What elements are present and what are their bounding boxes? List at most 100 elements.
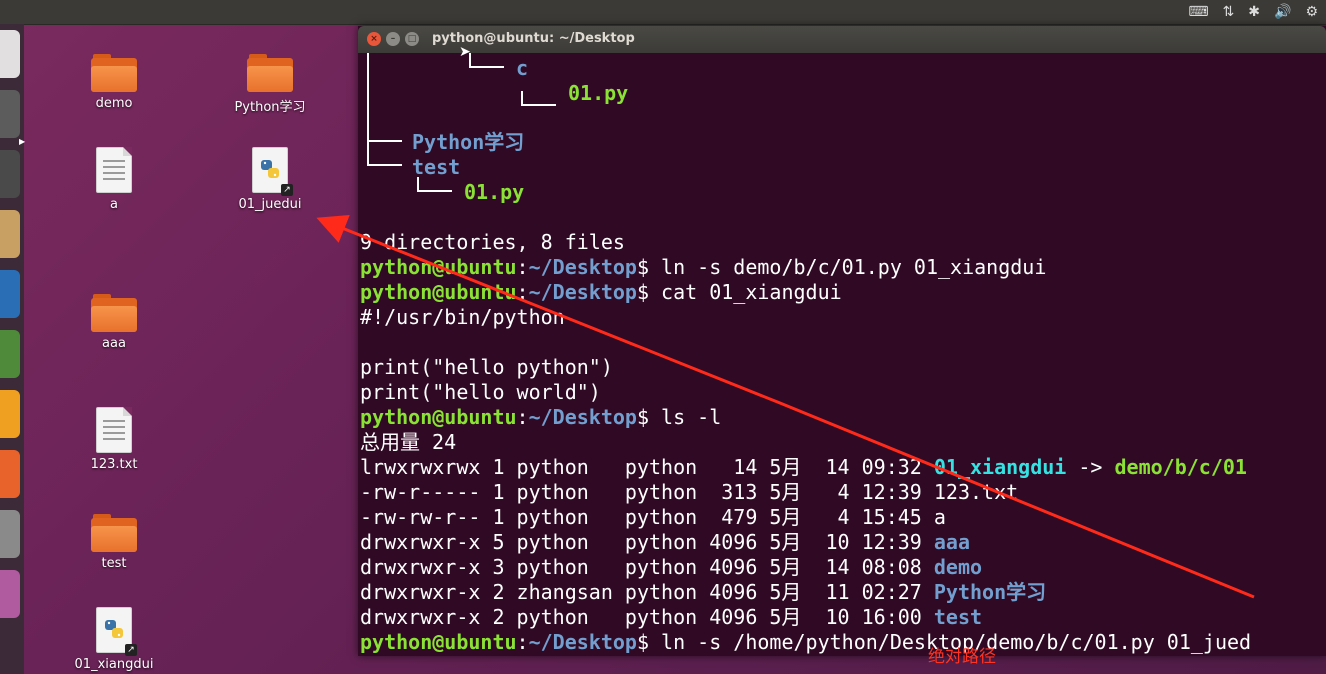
- close-button[interactable]: ×: [367, 32, 381, 46]
- ls-row-meta: drwxrwxr-x 2 python python 4096 5月 10 16…: [360, 605, 934, 629]
- desktop-icon-label: a: [110, 197, 118, 212]
- launcher-files-manager-icon[interactable]: [0, 210, 20, 258]
- command-line: python@ubuntu:~/Desktop$ ln -s demo/b/c/…: [360, 255, 1047, 279]
- desktop-icon-label: test: [101, 556, 127, 571]
- tree-file-01py: 01.py: [464, 180, 525, 204]
- current-prompt[interactable]: python@ubuntu:~/Desktop$: [360, 655, 649, 656]
- desktop-icon-test[interactable]: test: [69, 514, 159, 571]
- active-app-indicator: ▶: [19, 137, 26, 146]
- command-text: ls -l: [649, 405, 722, 429]
- desktop-icon-123-txt[interactable]: 123.txt: [69, 407, 159, 472]
- ls-row: drwxrwxr-x 2 python python 4096 5月 10 16…: [360, 605, 982, 630]
- launcher-workspace-icon[interactable]: [0, 570, 20, 618]
- symlink-arrow-icon: ↗: [281, 184, 293, 196]
- launcher-files-icon[interactable]: [0, 150, 20, 198]
- annotation-label: 绝对路径: [928, 647, 996, 667]
- text-file-icon: [96, 407, 132, 453]
- ls-row-name: a: [933, 505, 946, 529]
- ls-row-meta: -rw-rw-r-- 1 python python 479 5月 4 15:4…: [360, 505, 934, 529]
- desktop-icon-label: 123.txt: [90, 457, 138, 472]
- settings-gear-icon[interactable]: ⚙: [1305, 4, 1318, 20]
- ls-row-name: 123.txt: [933, 480, 1019, 504]
- launcher-browser-icon[interactable]: [0, 390, 20, 438]
- launcher-dash-icon[interactable]: [0, 30, 20, 78]
- keyboard-icon[interactable]: ⌨: [1188, 4, 1208, 20]
- ls-row-meta: lrwxrwxrwx 1 python python 14 5月 14 09:3…: [360, 455, 934, 479]
- bluetooth-icon[interactable]: ✱: [1248, 4, 1260, 20]
- tree-dir-test: test: [412, 155, 461, 179]
- ls-row-meta: drwxrwxr-x 2 zhangsan python 4096 5月 11 …: [360, 580, 934, 604]
- system-tray: ⌨ ⇅ ✱ 🔊 ⚙: [1188, 0, 1318, 24]
- command-text: cat 01_xiangdui: [649, 280, 842, 304]
- network-icon[interactable]: ⇅: [1223, 4, 1235, 20]
- command-line: python@ubuntu:~/Desktop$ ls -l: [360, 405, 722, 429]
- prompt-path: ~/Desktop: [528, 405, 637, 429]
- volume-icon[interactable]: 🔊: [1274, 4, 1291, 20]
- launcher-books-icon[interactable]: [0, 330, 20, 378]
- tree-dir-python-study: Python学习: [412, 130, 525, 154]
- text-file-icon: [96, 147, 132, 193]
- ls-row: drwxrwxr-x 5 python python 4096 5月 10 12…: [360, 530, 970, 555]
- desktop-icon-01-xiangdui[interactable]: ↗ 01_xiangdui: [69, 607, 159, 672]
- launcher: ▶: [0, 24, 26, 674]
- mouse-pointer-icon: ➤: [459, 44, 471, 60]
- prompt-user: python@ubuntu: [360, 280, 517, 304]
- ls-row-name: test: [933, 605, 983, 629]
- ls-row-meta: drwxrwxr-x 3 python python 4096 5月 14 08…: [360, 555, 934, 579]
- launcher-terminal-icon[interactable]: [0, 90, 20, 138]
- ls-row: lrwxrwxrwx 1 python python 14 5月 14 09:3…: [360, 455, 1247, 480]
- desktop-icon-a[interactable]: a: [69, 147, 159, 212]
- prompt-user: python@ubuntu: [360, 405, 517, 429]
- top-panel: ⌨ ⇅ ✱ 🔊 ⚙: [0, 0, 1326, 25]
- cat-output-line: print("hello world"): [360, 380, 601, 404]
- ls-row: drwxrwxr-x 3 python python 4096 5月 14 08…: [360, 555, 982, 580]
- prompt-path: ~/Desktop: [529, 655, 637, 656]
- folder-icon: [91, 514, 137, 552]
- prompt-path: ~/Desktop: [528, 280, 637, 304]
- prompt-path: ~/Desktop: [528, 255, 637, 279]
- launcher-settings-icon[interactable]: [0, 510, 20, 558]
- maximize-button[interactable]: □: [405, 32, 419, 46]
- tree-summary: 9 directories, 8 files: [360, 230, 625, 254]
- command-text: ln -s demo/b/c/01.py 01_xiangdui: [649, 255, 1047, 279]
- terminal-window[interactable]: × – □ python@ubuntu: ~/Desktop c 01.py P…: [358, 26, 1326, 656]
- prompt-user: python@ubuntu: [360, 630, 517, 654]
- desktop-icon-aaa[interactable]: aaa: [69, 294, 159, 351]
- folder-icon: [91, 294, 137, 332]
- terminal-titlebar[interactable]: × – □ python@ubuntu: ~/Desktop: [358, 26, 1326, 53]
- prompt-user: python@ubuntu: [360, 655, 517, 656]
- ls-row: -rw-r----- 1 python python 313 5月 4 12:3…: [360, 480, 1018, 505]
- ls-row-meta: -rw-r----- 1 python python 313 5月 4 12:3…: [360, 480, 934, 504]
- desktop-icon-label: 01_juedui: [238, 197, 302, 212]
- ls-link-arrow: ->: [1066, 455, 1115, 479]
- folder-icon: [247, 54, 293, 92]
- ls-row-name: demo: [933, 555, 983, 579]
- desktop-icon-label: Python学习: [234, 100, 306, 115]
- prompt-path: ~/Desktop: [528, 630, 637, 654]
- tree-file-01py: 01.py: [568, 81, 629, 105]
- cat-output-line: print("hello python"): [360, 355, 613, 379]
- desktop-icon-01-juedui[interactable]: ↗ 01_juedui: [225, 147, 315, 212]
- folder-icon: [91, 54, 137, 92]
- python-file-icon: ↗: [96, 607, 137, 656]
- ls-total: 总用量 24: [360, 430, 457, 454]
- terminal-output[interactable]: c 01.py Python学习 test 01.py 9 directorie…: [360, 53, 1324, 656]
- minimize-button[interactable]: –: [386, 32, 400, 46]
- ls-row-name: Python学习: [933, 580, 1047, 604]
- ls-row: drwxrwxr-x 2 zhangsan python 4096 5月 11 …: [360, 580, 1046, 605]
- desktop-icon-python-study[interactable]: Python学习: [225, 54, 315, 115]
- tree-dir-c: c: [516, 56, 529, 80]
- desktop-icon-demo[interactable]: demo: [69, 54, 159, 111]
- command-line: python@ubuntu:~/Desktop$ cat 01_xiangdui: [360, 280, 842, 304]
- ls-row-name: 01_xiangdui: [933, 455, 1067, 479]
- ls-link-target: demo/b/c/01: [1114, 455, 1247, 479]
- cat-output-line: #!/usr/bin/python: [360, 305, 565, 329]
- desktop-icon-label: aaa: [102, 336, 126, 351]
- ls-row-meta: drwxrwxr-x 5 python python 4096 5月 10 12…: [360, 530, 934, 554]
- symlink-arrow-icon: ↗: [125, 644, 137, 656]
- ls-row: -rw-rw-r-- 1 python python 479 5月 4 15:4…: [360, 505, 946, 530]
- command-line: python@ubuntu:~/Desktop$ ln -s /home/pyt…: [360, 630, 1252, 654]
- launcher-software-icon[interactable]: [0, 450, 20, 498]
- launcher-ide-icon[interactable]: [0, 270, 20, 318]
- desktop-icon-label: 01_xiangdui: [74, 657, 154, 672]
